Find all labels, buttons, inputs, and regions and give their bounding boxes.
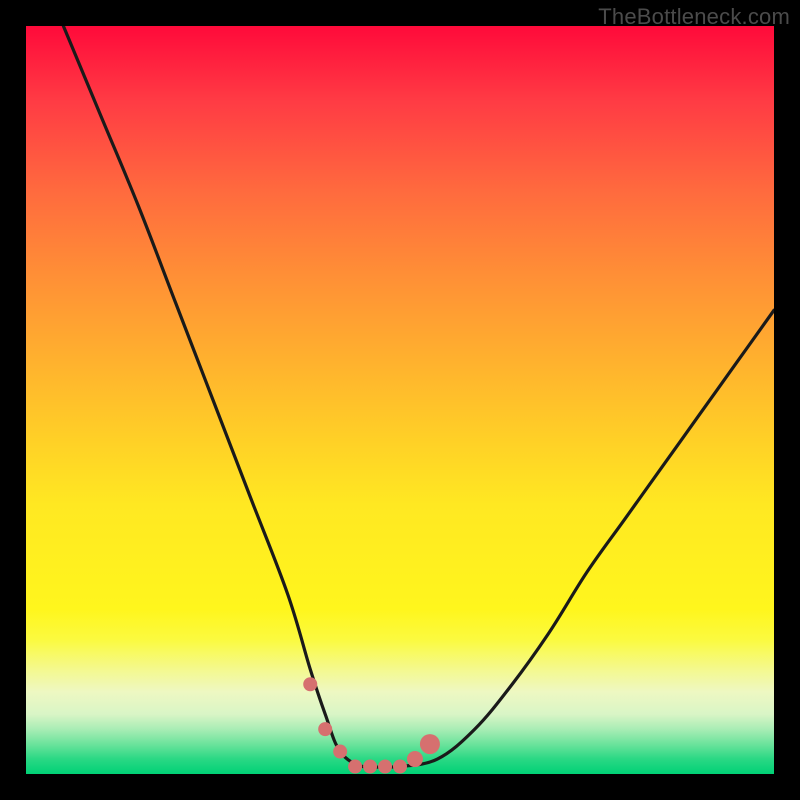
bottleneck-curve-path: [63, 26, 774, 768]
marker-dot: [318, 722, 332, 736]
marker-dot: [363, 760, 377, 774]
marker-dot: [420, 734, 440, 754]
marker-dot: [378, 760, 392, 774]
marker-group: [303, 677, 440, 773]
chart-svg: [26, 26, 774, 774]
plot-area: [26, 26, 774, 774]
marker-dot: [393, 760, 407, 774]
chart-frame: TheBottleneck.com: [0, 0, 800, 800]
marker-dot: [303, 677, 317, 691]
curve-group: [63, 26, 774, 768]
marker-dot: [348, 760, 362, 774]
marker-dot: [333, 745, 347, 759]
watermark-text: TheBottleneck.com: [598, 4, 790, 30]
marker-dot: [407, 751, 423, 767]
